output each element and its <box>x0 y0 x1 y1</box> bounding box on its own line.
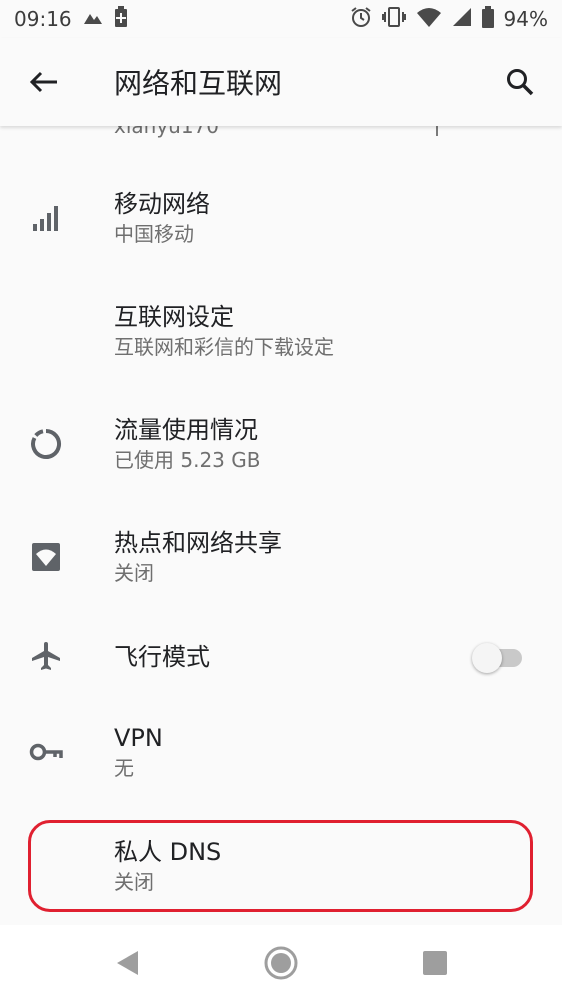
search-icon[interactable] <box>490 52 550 112</box>
battery-saver-icon <box>114 5 128 33</box>
vibrate-icon <box>381 6 406 33</box>
list-item-mobile-network[interactable]: 移动网络 中国移动 <box>0 162 562 274</box>
nav-recents-icon[interactable] <box>413 941 457 985</box>
list-item-subtitle: 关闭 <box>114 870 154 894</box>
drive-icon <box>82 7 104 31</box>
list-item-subtitle: 关闭 <box>114 561 154 585</box>
list-item-hotspot[interactable]: 热点和网络共享 关闭 <box>0 501 562 613</box>
airplane-mode-toggle[interactable] <box>472 643 522 673</box>
toggle-thumb <box>472 643 502 673</box>
list-item-texts: 私人 DNS 关闭 <box>114 810 221 922</box>
battery-percent: 94% <box>503 7 548 31</box>
list-item-subtitle: 互联网和彩信的下载设定 <box>114 335 334 359</box>
status-time: 09:16 <box>14 7 72 31</box>
list-item-title: 互联网设定 <box>114 303 234 331</box>
list-item-texts: 互联网设定 互联网和彩信的下载设定 <box>114 275 334 387</box>
list-item-internet-settings[interactable]: 互联网设定 互联网和彩信的下载设定 <box>0 275 562 387</box>
status-left: 09:16 <box>14 5 128 33</box>
cell-signal-icon <box>24 162 68 274</box>
vpn-key-icon <box>24 696 68 808</box>
back-arrow-icon[interactable] <box>12 50 76 114</box>
alarm-icon <box>350 6 372 33</box>
nav-back-icon[interactable] <box>105 941 149 985</box>
list-item-title: 流量使用情况 <box>114 416 258 444</box>
divider <box>436 126 438 136</box>
page-title: 网络和互联网 <box>114 67 283 100</box>
list-item-subtitle: 中国移动 <box>114 222 194 246</box>
list-item-vpn[interactable]: VPN 无 <box>0 696 562 808</box>
list-item-data-usage[interactable]: 流量使用情况 已使用 5.23 GB <box>0 388 562 500</box>
list-item-title: 热点和网络共享 <box>114 529 282 557</box>
app-bar: 网络和互联网 <box>0 38 562 126</box>
status-bar: 09:16 94% <box>0 0 562 38</box>
list-item-title: VPN <box>114 724 163 752</box>
list-item-title: 飞行模式 <box>114 643 210 671</box>
battery-icon <box>481 5 494 33</box>
status-right: 94% <box>350 5 548 33</box>
data-usage-icon <box>24 388 68 500</box>
list-item-subtitle: 无 <box>114 756 134 780</box>
list-item-subtitle: 已使用 5.23 GB <box>114 448 261 472</box>
wifi-icon <box>416 7 442 32</box>
list-item-title: 私人 DNS <box>114 838 222 866</box>
list-item-texts: 热点和网络共享 关闭 <box>114 501 282 613</box>
cell-signal-icon <box>452 7 472 32</box>
list-item-texts: 移动网络 中国移动 <box>114 162 210 274</box>
list-item-texts: VPN 无 <box>114 696 163 808</box>
list-item-title: 移动网络 <box>114 190 210 218</box>
settings-list: xianyu170 移动网络 中国移动 互联网设定 互联网和彩信的下载设定 流量… <box>0 126 562 926</box>
list-item-private-dns[interactable]: 私人 DNS 关闭 <box>0 810 562 922</box>
partial-item-text: xianyu170 <box>114 126 220 138</box>
nav-bar <box>0 925 562 1000</box>
nav-home-icon[interactable] <box>259 941 303 985</box>
hotspot-icon <box>24 501 68 613</box>
list-item-texts: 流量使用情况 已使用 5.23 GB <box>114 388 260 500</box>
